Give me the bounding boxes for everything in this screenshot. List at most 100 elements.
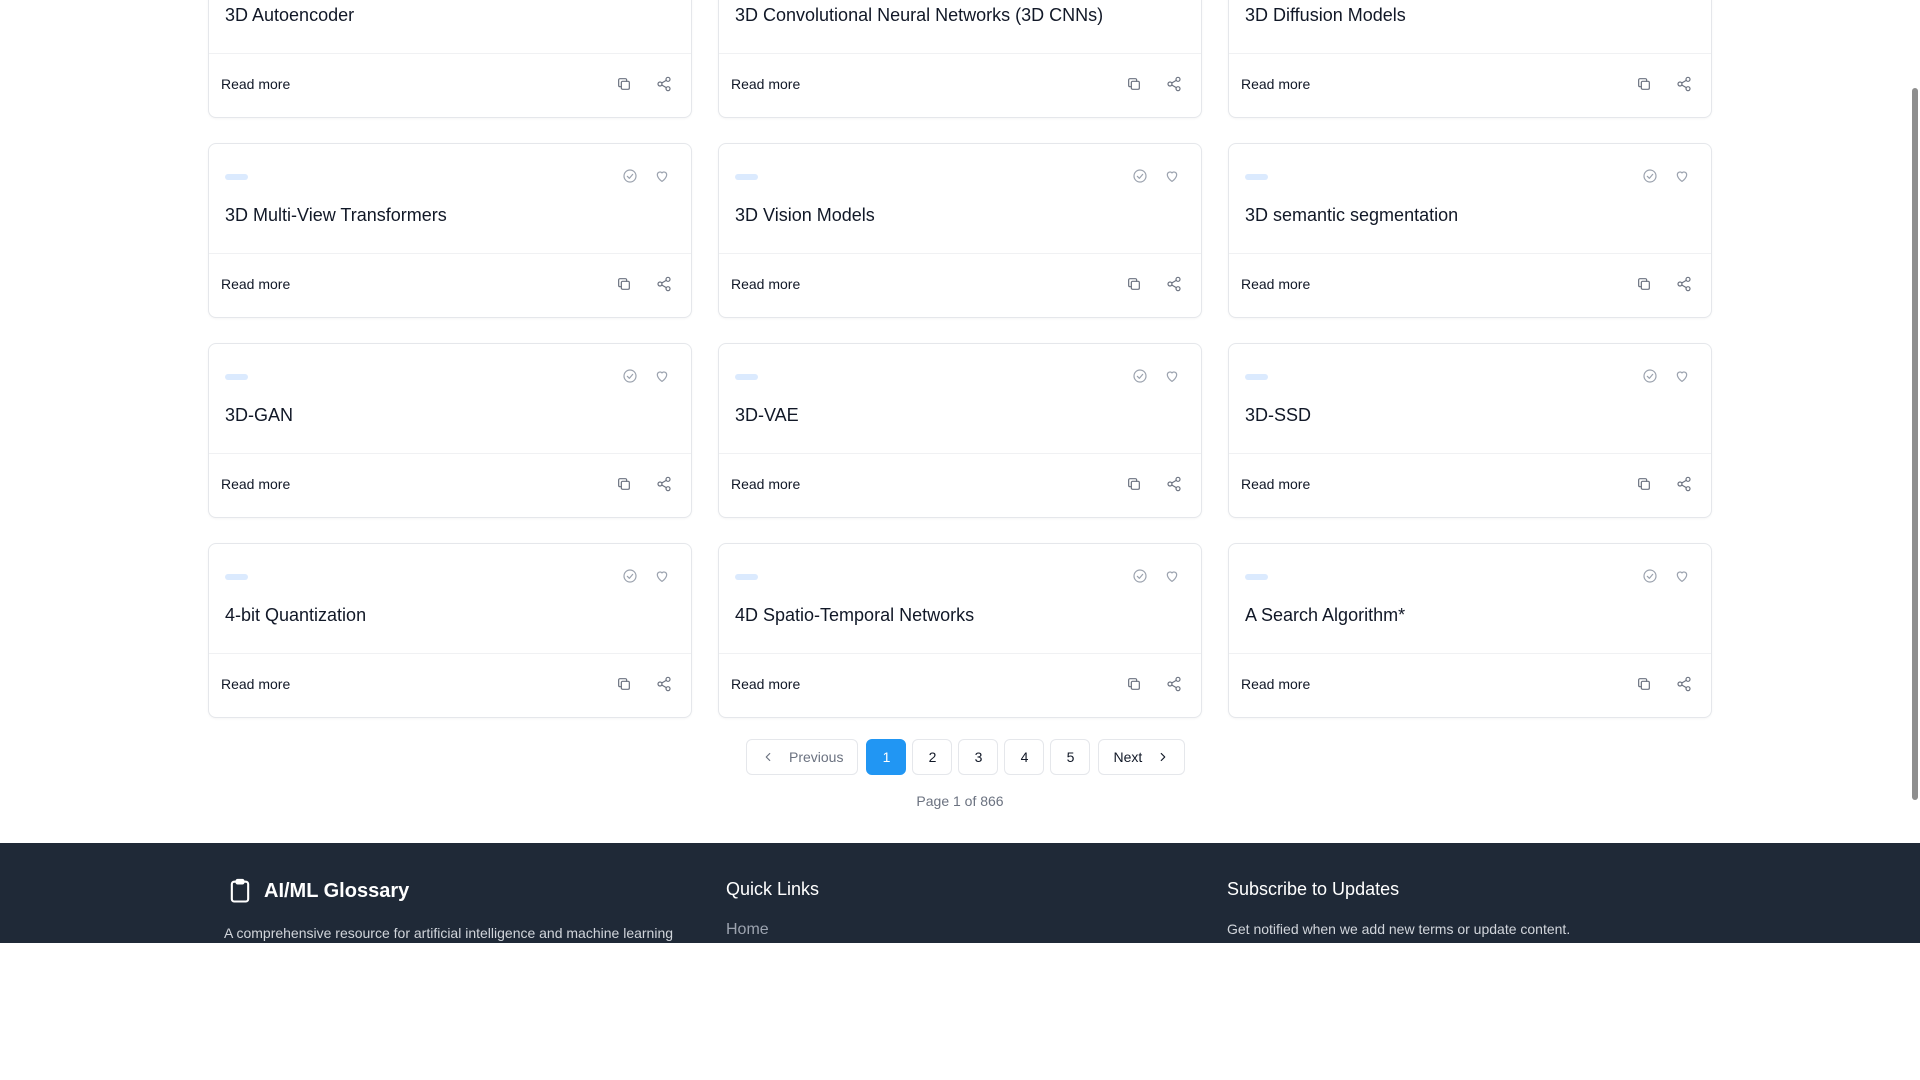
card-title[interactable]: 3D-VAE bbox=[735, 405, 799, 426]
share-icon[interactable] bbox=[1675, 675, 1693, 693]
share-icon[interactable] bbox=[1675, 75, 1693, 93]
read-more-link[interactable]: Read more bbox=[1241, 476, 1310, 492]
category-tag bbox=[1245, 374, 1268, 380]
category-tag bbox=[1245, 574, 1268, 580]
check-circle-icon[interactable] bbox=[1641, 367, 1659, 385]
share-icon[interactable] bbox=[1675, 275, 1693, 293]
card-title[interactable]: 3D-SSD bbox=[1245, 405, 1311, 426]
page-button-3[interactable]: 3 bbox=[958, 739, 999, 775]
heart-icon[interactable] bbox=[653, 367, 671, 385]
heart-icon[interactable] bbox=[1163, 567, 1181, 585]
copy-icon[interactable] bbox=[1125, 475, 1143, 493]
read-more-link[interactable]: Read more bbox=[221, 676, 290, 692]
check-circle-icon[interactable] bbox=[1641, 567, 1659, 585]
scrollbar-thumb[interactable] bbox=[1912, 88, 1918, 800]
scrollbar-track[interactable] bbox=[1910, 0, 1920, 943]
read-more-link[interactable]: Read more bbox=[1241, 276, 1310, 292]
heart-icon[interactable] bbox=[1163, 367, 1181, 385]
check-circle-icon[interactable] bbox=[1641, 167, 1659, 185]
footer-brand[interactable]: AI/ML Glossary bbox=[226, 877, 409, 905]
category-tag bbox=[1245, 174, 1268, 180]
previous-label: Previous bbox=[789, 749, 844, 765]
heart-icon[interactable] bbox=[653, 567, 671, 585]
card-title[interactable]: 3D Diffusion Models bbox=[1245, 5, 1406, 26]
glossary-card[interactable]: 3D-SSD Read more bbox=[1228, 343, 1712, 518]
footer-brand-name: AI/ML Glossary bbox=[264, 879, 410, 902]
copy-icon[interactable] bbox=[1635, 75, 1653, 93]
read-more-link[interactable]: Read more bbox=[221, 76, 290, 92]
copy-icon[interactable] bbox=[1125, 75, 1143, 93]
page-button-5[interactable]: 5 bbox=[1050, 739, 1091, 775]
page-button-2[interactable]: 2 bbox=[912, 739, 953, 775]
read-more-link[interactable]: Read more bbox=[731, 276, 800, 292]
read-more-link[interactable]: Read more bbox=[731, 76, 800, 92]
clipboard-icon bbox=[230, 878, 250, 903]
heart-icon[interactable] bbox=[1673, 367, 1691, 385]
glossary-card[interactable]: 3D-GAN Read more bbox=[208, 343, 692, 518]
copy-icon[interactable] bbox=[1125, 275, 1143, 293]
glossary-card[interactable]: 3D Autoencoder Read more bbox=[208, 0, 692, 118]
card-title[interactable]: 3D semantic segmentation bbox=[1245, 205, 1458, 226]
glossary-grid: 3D Autoencoder Read more 3D Convolutiona… bbox=[208, 0, 1712, 718]
glossary-card[interactable]: 3D Multi-View Transformers Read more bbox=[208, 143, 692, 318]
check-circle-icon[interactable] bbox=[621, 367, 639, 385]
category-tag bbox=[735, 574, 758, 580]
glossary-card[interactable]: 3D Diffusion Models Read more bbox=[1228, 0, 1712, 118]
previous-page-button[interactable]: Previous bbox=[746, 739, 859, 775]
read-more-link[interactable]: Read more bbox=[731, 676, 800, 692]
check-circle-icon[interactable] bbox=[621, 567, 639, 585]
card-title[interactable]: 3D Convolutional Neural Networks (3D CNN… bbox=[735, 5, 1103, 26]
glossary-card[interactable]: 4-bit Quantization Read more bbox=[208, 543, 692, 718]
next-page-button[interactable]: Next bbox=[1098, 739, 1186, 775]
read-more-link[interactable]: Read more bbox=[731, 476, 800, 492]
share-icon[interactable] bbox=[655, 75, 673, 93]
card-title[interactable]: 4-bit Quantization bbox=[225, 605, 366, 626]
read-more-link[interactable]: Read more bbox=[221, 276, 290, 292]
check-circle-icon[interactable] bbox=[1131, 167, 1149, 185]
copy-icon[interactable] bbox=[1635, 475, 1653, 493]
next-label: Next bbox=[1113, 749, 1143, 765]
page-info: Page 1 of 866 bbox=[916, 793, 1004, 809]
heart-icon[interactable] bbox=[1163, 167, 1181, 185]
copy-icon[interactable] bbox=[1125, 675, 1143, 693]
card-title[interactable]: 3D Multi-View Transformers bbox=[225, 205, 447, 226]
footer-link-home[interactable]: Home bbox=[726, 921, 769, 939]
glossary-card[interactable]: 4D Spatio-Temporal Networks Read more bbox=[718, 543, 1202, 718]
share-icon[interactable] bbox=[1165, 475, 1183, 493]
heart-icon[interactable] bbox=[1673, 567, 1691, 585]
copy-icon[interactable] bbox=[615, 675, 633, 693]
check-circle-icon[interactable] bbox=[1131, 567, 1149, 585]
copy-icon[interactable] bbox=[615, 475, 633, 493]
glossary-card[interactable]: 3D-VAE Read more bbox=[718, 343, 1202, 518]
share-icon[interactable] bbox=[1165, 275, 1183, 293]
copy-icon[interactable] bbox=[1635, 275, 1653, 293]
card-title[interactable]: 3D Autoencoder bbox=[225, 5, 354, 26]
share-icon[interactable] bbox=[1165, 75, 1183, 93]
check-circle-icon[interactable] bbox=[1131, 367, 1149, 385]
page-button-4[interactable]: 4 bbox=[1004, 739, 1045, 775]
read-more-link[interactable]: Read more bbox=[221, 476, 290, 492]
share-icon[interactable] bbox=[1675, 475, 1693, 493]
card-title[interactable]: 3D Vision Models bbox=[735, 205, 875, 226]
copy-icon[interactable] bbox=[615, 75, 633, 93]
heart-icon[interactable] bbox=[653, 167, 671, 185]
glossary-card[interactable]: 3D Convolutional Neural Networks (3D CNN… bbox=[718, 0, 1202, 118]
share-icon[interactable] bbox=[655, 675, 673, 693]
heart-icon[interactable] bbox=[1673, 167, 1691, 185]
glossary-card[interactable]: 3D Vision Models Read more bbox=[718, 143, 1202, 318]
read-more-link[interactable]: Read more bbox=[1241, 676, 1310, 692]
copy-icon[interactable] bbox=[615, 275, 633, 293]
card-title[interactable]: A Search Algorithm* bbox=[1245, 605, 1405, 626]
page-button-1[interactable]: 1 bbox=[866, 739, 907, 775]
check-circle-icon[interactable] bbox=[621, 167, 639, 185]
card-title[interactable]: 3D-GAN bbox=[225, 405, 293, 426]
read-more-link[interactable]: Read more bbox=[1241, 76, 1310, 92]
share-icon[interactable] bbox=[1165, 675, 1183, 693]
card-title[interactable]: 4D Spatio-Temporal Networks bbox=[735, 605, 974, 626]
share-icon[interactable] bbox=[655, 475, 673, 493]
copy-icon[interactable] bbox=[1635, 675, 1653, 693]
glossary-card[interactable]: 3D semantic segmentation Read more bbox=[1228, 143, 1712, 318]
glossary-card[interactable]: A Search Algorithm* Read more bbox=[1228, 543, 1712, 718]
share-icon[interactable] bbox=[655, 275, 673, 293]
category-tag bbox=[225, 174, 248, 180]
